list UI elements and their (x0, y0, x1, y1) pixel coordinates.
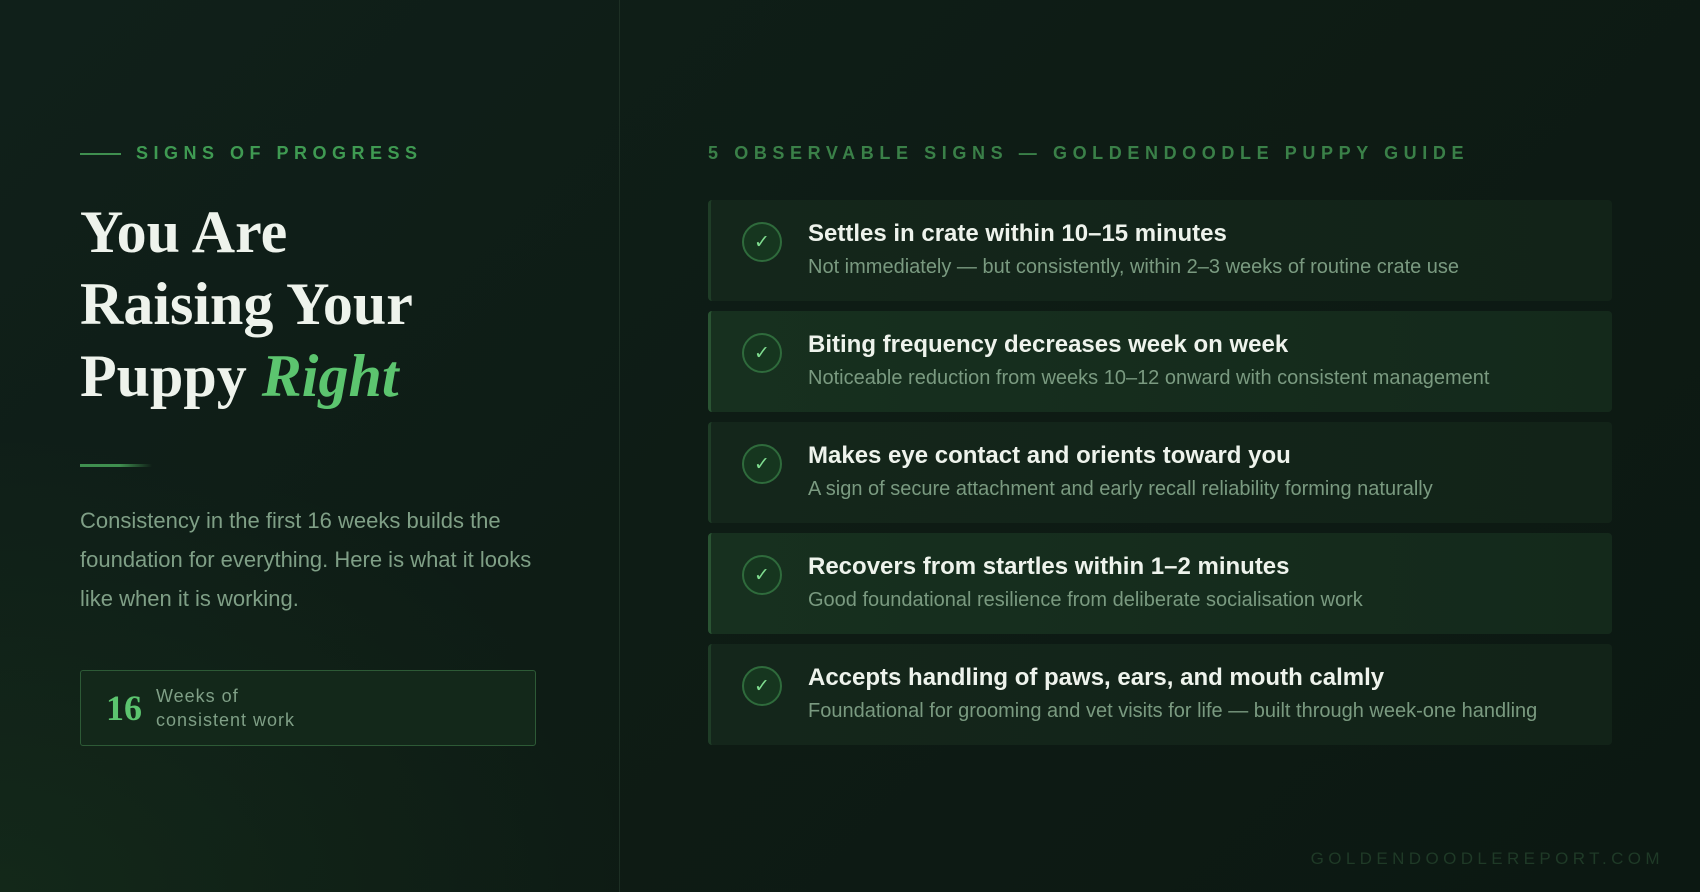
check-circle-icon: ✓ (742, 555, 782, 595)
stat-number: 16 (106, 688, 142, 728)
sign-item: ✓ Recovers from startles within 1–2 minu… (708, 533, 1612, 634)
check-circle-icon: ✓ (742, 222, 782, 262)
check-circle-icon: ✓ (742, 666, 782, 706)
column-divider (619, 0, 620, 892)
eyebrow-label: SIGNS OF PROGRESS (136, 143, 423, 163)
intro-paragraph: Consistency in the first 16 weeks builds… (80, 508, 532, 611)
title-line-3: Puppy (80, 343, 262, 409)
page-title: You Are Raising Your Puppy Right (80, 196, 413, 412)
sign-description: Good foundational resilience from delibe… (808, 589, 1363, 611)
title-accent-word: Right (261, 343, 399, 409)
sign-title: Makes eye contact and orients toward you (808, 442, 1291, 469)
check-circle-icon: ✓ (742, 444, 782, 484)
title-line-1: You Are (80, 199, 288, 265)
sign-description: Foundational for grooming and vet visits… (808, 700, 1538, 722)
weeks-stat-card: 16 Weeks of consistent work (80, 670, 536, 746)
check-circle-icon: ✓ (742, 333, 782, 373)
signs-eyebrow: 5 OBSERVABLE SIGNS — GOLDENDOODLE PUPPY … (708, 143, 1470, 163)
sign-description: A sign of secure attachment and early re… (808, 478, 1433, 500)
sign-description: Noticeable reduction from weeks 10–12 on… (808, 367, 1490, 389)
site-url-footer: GOLDENDOODLEREPORT.COM (1310, 849, 1664, 868)
sign-title: Biting frequency decreases week on week (808, 331, 1289, 358)
sign-title: Accepts handling of paws, ears, and mout… (808, 664, 1385, 691)
sign-item: ✓ Biting frequency decreases week on wee… (708, 311, 1612, 412)
signs-list: ✓ Settles in crate within 10–15 minutes … (708, 200, 1612, 755)
sign-title: Settles in crate within 10–15 minutes (808, 220, 1227, 247)
sign-description: Not immediately — but consistently, with… (808, 256, 1460, 278)
accent-rule (80, 464, 152, 467)
title-line-2: Raising Your (80, 271, 413, 337)
section-eyebrow: SIGNS OF PROGRESS (80, 143, 423, 164)
eyebrow-line (80, 152, 121, 155)
stat-label: Weeks of consistent work (156, 686, 296, 730)
sign-item: ✓ Makes eye contact and orients toward y… (708, 422, 1612, 523)
sign-title: Recovers from startles within 1–2 minute… (808, 553, 1290, 580)
sign-item: ✓ Accepts handling of paws, ears, and mo… (708, 644, 1612, 745)
sign-item: ✓ Settles in crate within 10–15 minutes … (708, 200, 1612, 301)
